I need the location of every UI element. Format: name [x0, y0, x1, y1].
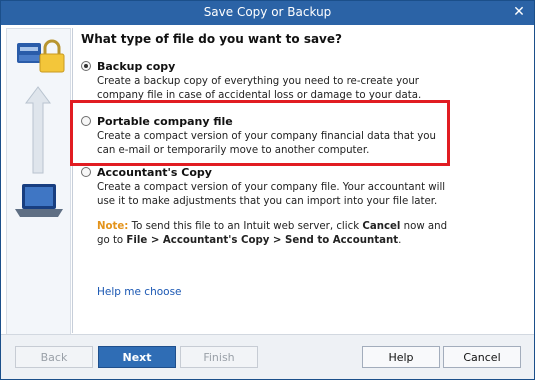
- arrow-up-icon: [25, 86, 51, 174]
- highlight-box: [70, 100, 450, 166]
- note-text: Note: To send this file to an Intuit web…: [97, 220, 457, 248]
- note-end: .: [398, 235, 402, 246]
- note-label: Note:: [97, 221, 129, 232]
- button-bar: Back Next Finish Help Cancel: [1, 334, 534, 379]
- backup-drive-icon: [17, 43, 41, 63]
- title-bar: Save Copy or Backup ✕: [1, 1, 534, 25]
- radio-accountants-copy[interactable]: [81, 167, 91, 177]
- close-icon[interactable]: ✕: [511, 4, 527, 20]
- option-backup-copy-label[interactable]: Backup copy: [97, 60, 175, 73]
- note-cancel-text: Cancel: [362, 221, 401, 232]
- next-button[interactable]: Next: [98, 346, 176, 368]
- finish-button[interactable]: Finish: [180, 346, 258, 368]
- panel-divider: [72, 28, 73, 333]
- lock-icon: [39, 39, 65, 73]
- cancel-button[interactable]: Cancel: [443, 346, 521, 368]
- window-title: Save Copy or Backup: [203, 5, 332, 19]
- illustration-panel: [6, 28, 71, 335]
- option-accountants-copy-description: Create a compact version of your company…: [97, 182, 446, 207]
- note-path-text: File > Accountant's Copy > Send to Accou…: [126, 235, 399, 246]
- laptop-icon: [15, 184, 63, 217]
- question-heading: What type of file do you want to save?: [81, 32, 342, 46]
- backup-illustration: [15, 39, 65, 217]
- back-button[interactable]: Back: [15, 346, 93, 368]
- save-copy-dialog: Save Copy or Backup ✕ What type of file …: [0, 0, 535, 380]
- option-backup-copy-description: Create a backup copy of everything you n…: [97, 76, 422, 101]
- help-me-choose-link[interactable]: Help me choose: [97, 286, 182, 298]
- radio-backup-copy[interactable]: [81, 61, 91, 71]
- option-accountants-copy-label[interactable]: Accountant's Copy: [97, 166, 212, 179]
- help-button[interactable]: Help: [362, 346, 440, 368]
- note-text-1: To send this file to an Intuit web serve…: [131, 221, 360, 232]
